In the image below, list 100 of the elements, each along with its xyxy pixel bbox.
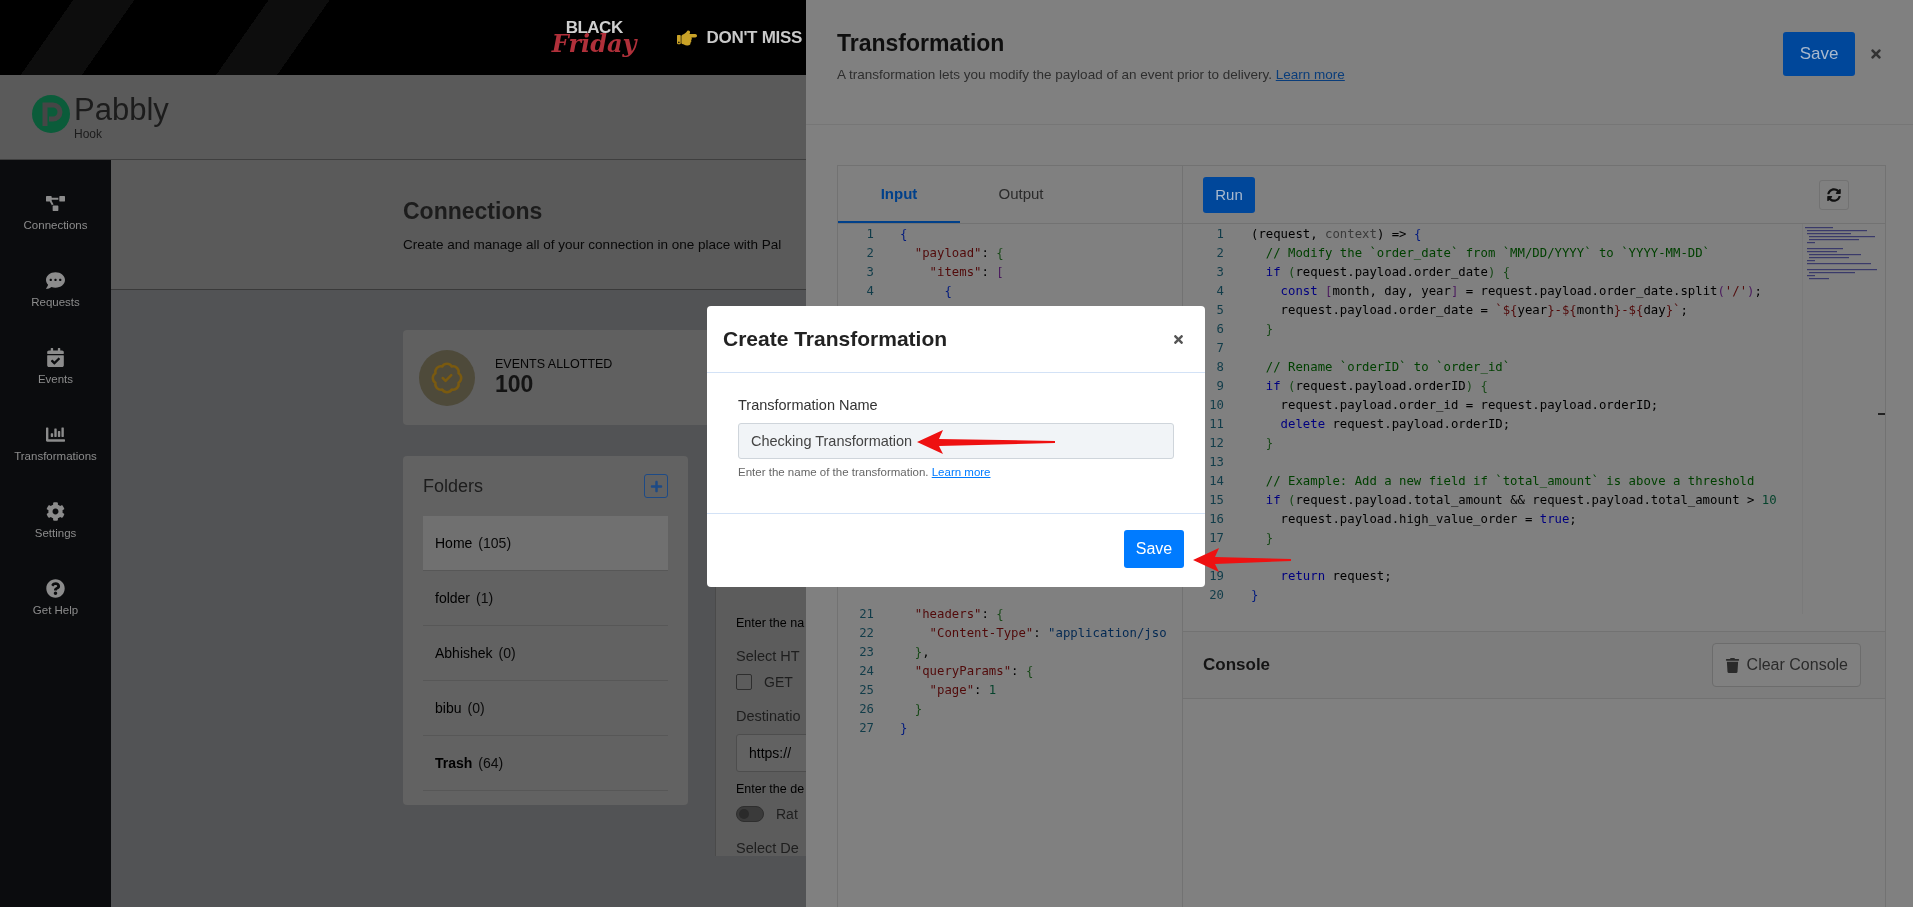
line-number: 16	[1208, 511, 1224, 526]
code-line: delete request.payload.orderID;	[1279, 416, 1511, 431]
folder-item[interactable]: Abhishek (0)	[423, 626, 668, 681]
code-line: const [month, day, year] = request.payload.order_date.split('/');	[1279, 283, 1762, 298]
code-line: request.payload.high_value_order = true;	[1279, 511, 1577, 526]
help-icon	[46, 579, 65, 598]
line-number: 12	[1208, 435, 1224, 450]
line-number: 23	[858, 644, 874, 659]
line-number: 19	[1208, 568, 1224, 583]
code-line: // Modify the `order_date` from `MM/DD/YYYY` to `YYYY-MM-DD`	[1264, 245, 1710, 260]
line-number: 11	[1208, 416, 1224, 431]
help-text: Enter the name of the transformation. Learn more	[738, 466, 992, 478]
code-line: }	[900, 720, 908, 735]
save-button[interactable]: Save	[1124, 530, 1184, 568]
save-button[interactable]: Save	[1783, 32, 1855, 76]
sidebar-item[interactable]: Events	[0, 328, 111, 405]
code-line: "items": [	[928, 264, 1004, 279]
code-line: {	[943, 283, 952, 298]
console-title: Console	[1203, 655, 1271, 675]
line-number: 2	[865, 245, 874, 260]
refresh-icon	[1827, 187, 1841, 202]
field-label: Select HT	[736, 648, 801, 664]
name-input-field[interactable]: Checking Transformation	[738, 423, 1174, 459]
line-number: 27	[858, 720, 874, 735]
sidebar-item[interactable]: Transformations	[0, 405, 111, 482]
code-line: }	[913, 701, 923, 716]
field-label: Transformation Name	[738, 397, 879, 413]
page-title: Connections	[403, 198, 544, 225]
sidebar-item[interactable]: Requests	[0, 251, 111, 328]
line-number: 1	[1215, 226, 1224, 241]
bar-chart-icon	[46, 425, 65, 444]
line-number: 6	[1215, 321, 1224, 336]
field-label: Select De	[736, 840, 800, 856]
code-line: "page": 1	[928, 682, 997, 697]
code-line: },	[913, 644, 930, 659]
toggle-switch[interactable]	[736, 806, 764, 822]
line-number: 17	[1208, 530, 1224, 545]
code-line: "headers": {	[913, 606, 1004, 621]
chat-bubble-icon	[46, 271, 65, 290]
line-number: 4	[865, 283, 874, 298]
code-line: }	[1264, 321, 1274, 336]
refresh-button[interactable]	[1819, 179, 1849, 210]
learn-more-link[interactable]: Learn more	[1275, 67, 1345, 82]
logo-subtext: Hook	[74, 126, 102, 141]
code-line: if (request.payload.orderID) {	[1264, 378, 1488, 393]
line-number: 20	[1208, 587, 1224, 602]
sidebar-item[interactable]: Settings	[0, 482, 111, 559]
checkbox[interactable]	[736, 674, 752, 690]
line-number: 9	[1215, 378, 1224, 393]
close-icon[interactable]	[1869, 47, 1883, 61]
line-number: 10	[1208, 397, 1224, 412]
code-line: }	[1251, 587, 1259, 602]
nodes-icon	[46, 194, 65, 213]
field-label: Destinatio	[736, 708, 802, 724]
help-text: Enter the na	[736, 616, 806, 630]
folder-item[interactable]: bibu (0)	[423, 681, 668, 736]
code-line: }	[1264, 530, 1274, 545]
code-line: "payload": {	[913, 245, 1004, 260]
code-line: "Content-Type": "application/jso	[928, 625, 1167, 640]
help-text: Enter the de	[736, 782, 806, 796]
toggle-label: Rat	[776, 806, 798, 822]
promo-headline: DON'T MISS	[706, 27, 802, 48]
learn-more-link[interactable]: Learn more	[931, 466, 991, 478]
sidebar-item[interactable]: Get Help	[0, 559, 111, 636]
line-number: 5	[1215, 302, 1224, 317]
code-line: request.payload.order_id = request.payload.orderID;	[1279, 397, 1659, 412]
line-number: 4	[1215, 283, 1224, 298]
url-field[interactable]: https://	[736, 734, 806, 772]
folder-item[interactable]: Home (105)	[423, 516, 668, 571]
line-number: 21	[858, 606, 874, 621]
tab[interactable]: Output	[960, 166, 1082, 223]
calendar-icon	[46, 348, 65, 367]
run-button[interactable]: Run	[1203, 176, 1255, 213]
code-line: if (request.payload.order_date) {	[1264, 264, 1511, 279]
line-number: 2	[1215, 245, 1224, 260]
code-line: "queryParams": {	[913, 663, 1034, 678]
drawer-subtitle: A transformation lets you modify the payload of an event prior to delivery. Learn more	[837, 67, 1345, 82]
code-line: if (request.payload.total_amount && request.payload.total_amount > 10	[1264, 492, 1777, 507]
folder-item[interactable]: folder (1)	[423, 571, 668, 626]
close-icon[interactable]	[1172, 332, 1185, 346]
tab[interactable]: Input	[838, 166, 960, 223]
line-number: 1	[865, 226, 874, 241]
clear-console-button[interactable]: Clear Console	[1711, 643, 1861, 687]
page-subtitle: Create and manage all of your connection in one place with Pal	[403, 237, 783, 252]
stat-label: EVENTS ALLOTTED	[495, 357, 613, 371]
line-number: 15	[1208, 492, 1224, 507]
logo-text: Pabbly	[74, 93, 169, 125]
card-title: Folders	[423, 475, 484, 497]
sidebar-item[interactable]: Connections	[0, 174, 111, 251]
logo-icon	[31, 93, 71, 134]
code-line: }	[1264, 435, 1274, 450]
code-line: request.payload.order_date = `${year}-${month}-${day}`;	[1279, 302, 1688, 317]
folder-item[interactable]: Trash (64)	[423, 736, 668, 791]
drawer-title: Transformation	[837, 30, 1006, 57]
code-line: // Example: Add a new field if `total_amount` is above a threshold	[1264, 473, 1755, 488]
code-line: (request, context) => {	[1251, 226, 1422, 241]
trash-icon	[1724, 657, 1740, 673]
line-number: 7	[1215, 340, 1224, 355]
line-number: 8	[1215, 359, 1224, 374]
line-number: 13	[1208, 454, 1224, 469]
